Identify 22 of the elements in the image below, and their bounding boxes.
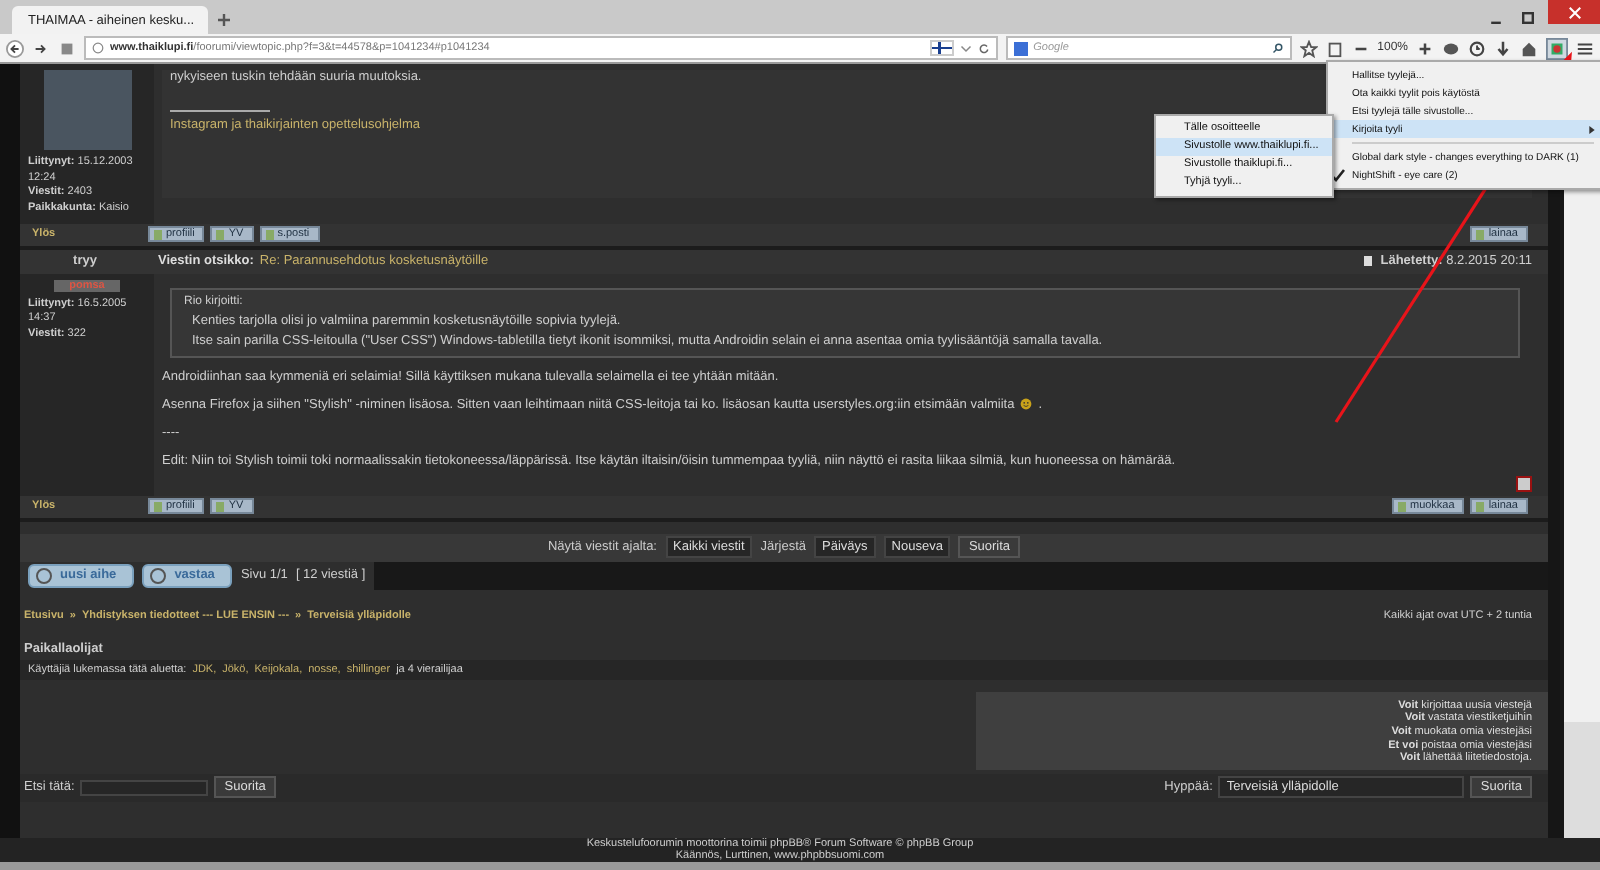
close-icon xyxy=(1567,5,1581,19)
post-icon[interactable] xyxy=(1364,256,1373,267)
search-icon[interactable] xyxy=(1271,42,1284,54)
flag-icon xyxy=(929,40,954,56)
maximize-icon[interactable] xyxy=(1516,7,1540,27)
reload-icon[interactable] xyxy=(977,42,990,54)
clipboard-icon[interactable] xyxy=(1325,39,1344,57)
clock-icon[interactable] xyxy=(1468,39,1486,57)
close-window-button[interactable] xyxy=(1548,0,1600,24)
forward-icon[interactable] xyxy=(32,39,50,57)
zoom-in-icon[interactable] xyxy=(1416,39,1434,57)
report-icon[interactable] xyxy=(1516,475,1532,492)
globe-icon xyxy=(92,42,104,54)
submenu-arrow-icon xyxy=(1588,125,1596,133)
download-icon[interactable] xyxy=(1494,39,1512,57)
checkmark-icon xyxy=(1330,167,1346,183)
menu-icon[interactable] xyxy=(1576,39,1594,57)
star-icon[interactable] xyxy=(1299,39,1318,57)
speech-bubble-icon[interactable] xyxy=(1442,39,1460,57)
search-input[interactable] xyxy=(80,779,209,796)
new-tab-icon[interactable] xyxy=(216,12,232,28)
back-icon[interactable] xyxy=(6,39,24,57)
